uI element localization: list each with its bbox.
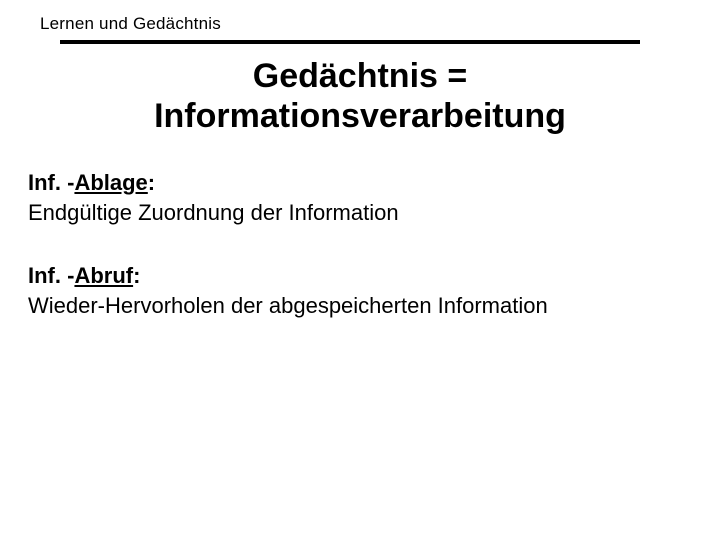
slide: Lernen und Gedächtnis Gedächtnis = Infor… [0,0,720,540]
section-abruf: Inf. -Abruf: Wieder-Hervorholen der abge… [28,261,688,320]
section-abruf-keyword: Abruf [74,263,133,288]
title-line-2: Informationsverarbeitung [0,96,720,136]
section-ablage-title: Inf. -Ablage: [28,168,688,198]
section-abruf-prefix: Inf. - [28,263,74,288]
section-ablage-suffix: : [148,170,155,195]
section-ablage-keyword: Ablage [74,170,147,195]
slide-header: Lernen und Gedächtnis [40,14,660,52]
section-abruf-body: Wieder-Hervorholen der abgespeicherten I… [28,291,688,321]
header-label: Lernen und Gedächtnis [40,14,660,34]
header-rule [60,40,640,44]
section-abruf-title: Inf. -Abruf: [28,261,688,291]
slide-body: Inf. -Ablage: Endgültige Zuordnung der I… [28,168,688,355]
slide-title: Gedächtnis = Informationsverarbeitung [0,56,720,136]
section-abruf-suffix: : [133,263,140,288]
section-ablage-prefix: Inf. - [28,170,74,195]
title-line-1: Gedächtnis = [0,56,720,96]
section-ablage: Inf. -Ablage: Endgültige Zuordnung der I… [28,168,688,227]
section-ablage-body: Endgültige Zuordnung der Information [28,198,688,228]
